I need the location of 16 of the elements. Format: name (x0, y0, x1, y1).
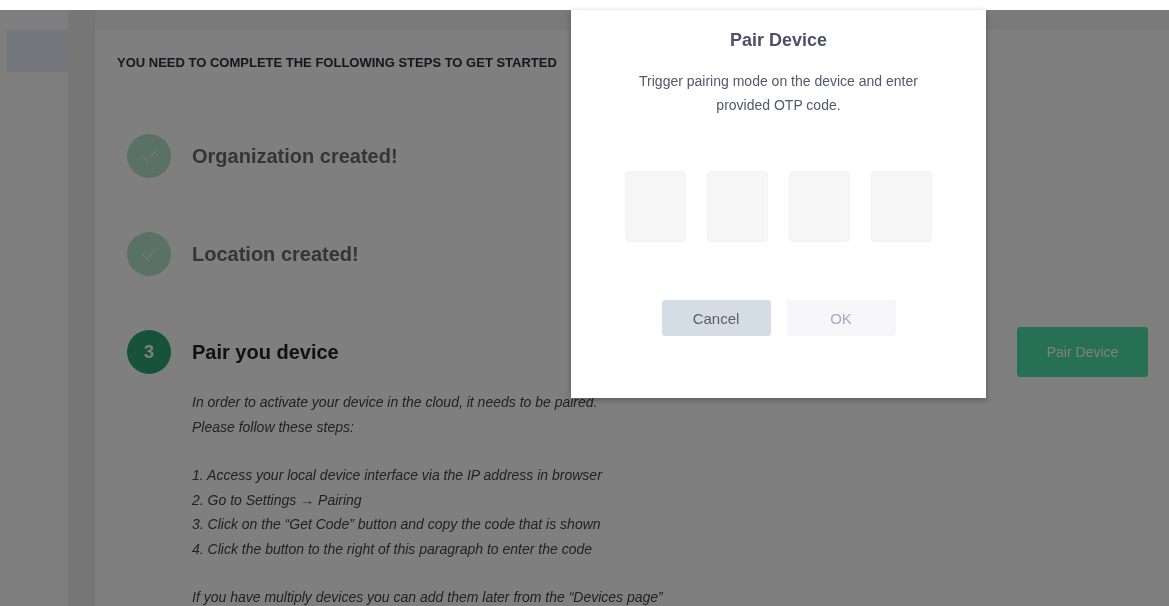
step-title: Location created! (192, 242, 359, 266)
step-title: Pair you device (192, 340, 339, 364)
instruction-step: 4. Click the button to the right of this paragraph to enter the code (192, 536, 593, 561)
instruction-step: 1. Access your local device interface via the IP address in browser (192, 463, 602, 488)
pair-device-button[interactable]: Pair Device (1017, 327, 1148, 377)
instruction-step: 2. Go to Settings → Pairing (192, 487, 362, 512)
note-text: If you have multiply devices you can add them later from the “Devices page” (192, 588, 663, 606)
step-number: 3 (127, 330, 171, 374)
instruction-text: Please follow these steps: (192, 417, 354, 437)
instruction-text: In order to activate your device in the cloud, it needs to be paired. (192, 393, 598, 412)
cancel-button[interactable]: Cancel (661, 300, 771, 336)
step-title: Organization created! (192, 144, 398, 168)
section-heading: YOU NEED TO COMPLETE THE FOLLOWING STEPS TO GET STARTED (117, 55, 558, 70)
instruction-step: 3. Click on the “Get Code” button and copy the code that is shown (192, 512, 601, 537)
dialog-title: Pair Device (729, 30, 828, 51)
dialog-text: Trigger pairing mode on the device and enter provided OTP code. (638, 72, 919, 115)
